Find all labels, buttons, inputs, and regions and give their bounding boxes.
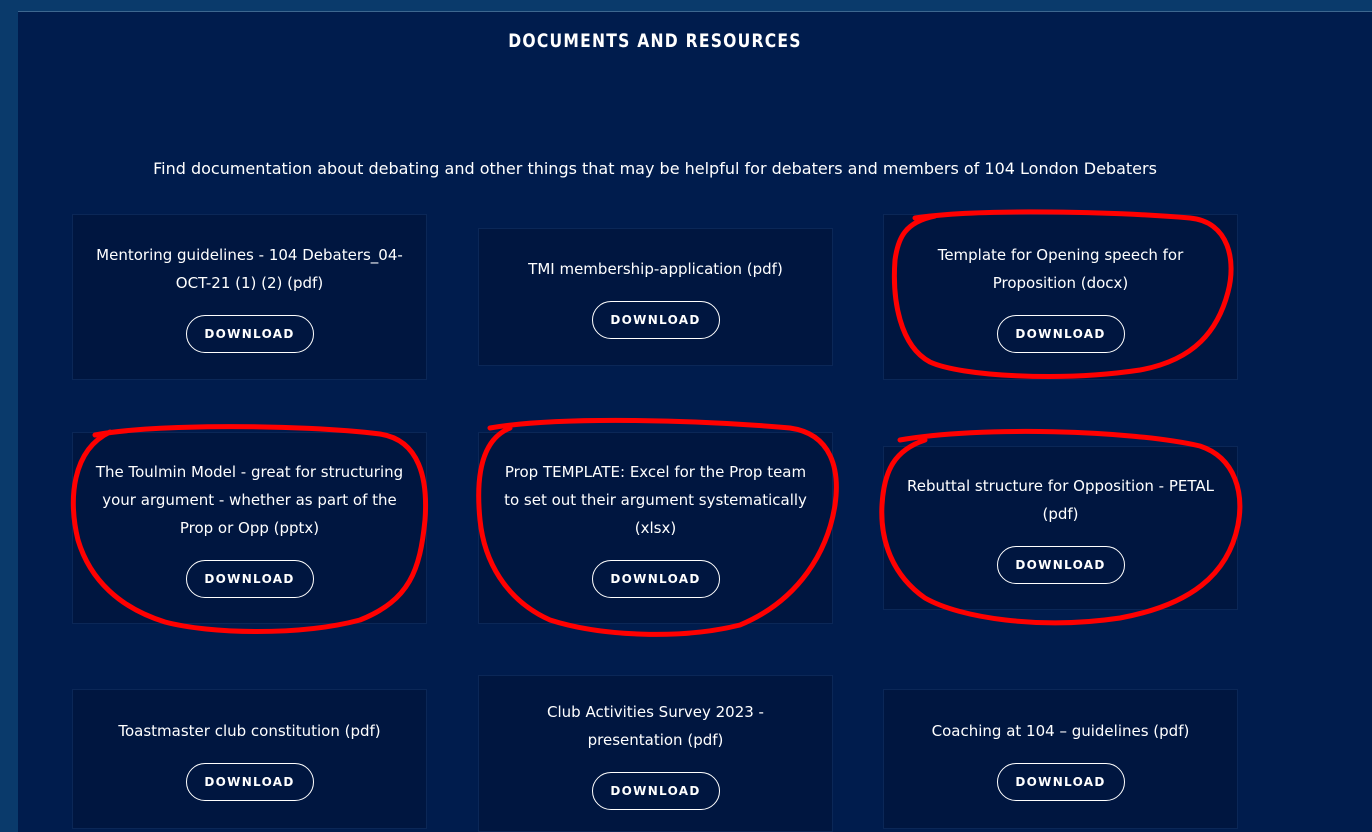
document-card: The Toulmin Model - great for structurin…	[72, 432, 427, 624]
download-button[interactable]: DOWNLOAD	[185, 560, 314, 598]
document-card: Toastmaster club constitution (pdf) DOWN…	[72, 689, 427, 829]
document-card: Prop TEMPLATE: Excel for the Prop team t…	[478, 432, 833, 624]
document-title: TMI membership-application (pdf)	[528, 260, 783, 278]
document-title: Rebuttal structure for Opposition - PETA…	[907, 477, 1214, 523]
download-button[interactable]: DOWNLOAD	[591, 560, 720, 598]
section-intro: Find documentation about debating and ot…	[153, 159, 1157, 178]
document-card: Template for Opening speech for Proposit…	[883, 214, 1238, 380]
document-card: Club Activities Survey 2023 - presentati…	[478, 675, 833, 832]
download-button[interactable]: DOWNLOAD	[996, 315, 1125, 353]
document-title: Prop TEMPLATE: Excel for the Prop team t…	[504, 463, 807, 537]
download-button[interactable]: DOWNLOAD	[185, 763, 314, 801]
download-button[interactable]: DOWNLOAD	[996, 546, 1125, 584]
document-title: Toastmaster club constitution (pdf)	[118, 722, 381, 740]
download-button[interactable]: DOWNLOAD	[591, 771, 720, 810]
download-button[interactable]: DOWNLOAD	[185, 315, 314, 353]
document-card: Rebuttal structure for Opposition - PETA…	[883, 446, 1238, 610]
document-title: Coaching at 104 – guidelines (pdf)	[931, 722, 1190, 740]
section-title: DOCUMENTS AND RESOURCES	[508, 30, 802, 52]
document-title: The Toulmin Model - great for structurin…	[95, 463, 404, 537]
download-button[interactable]: DOWNLOAD	[591, 301, 720, 339]
document-card: TMI membership-application (pdf) DOWNLOA…	[478, 228, 833, 366]
document-card: Mentoring guidelines - 104 Debaters_04-O…	[72, 214, 427, 380]
page: DOCUMENTS AND RESOURCES Find documentati…	[0, 0, 1372, 832]
document-title: Template for Opening speech for Proposit…	[937, 246, 1184, 292]
document-title: Mentoring guidelines - 104 Debaters_04-O…	[96, 246, 403, 292]
download-button[interactable]: DOWNLOAD	[996, 763, 1125, 801]
document-title: Club Activities Survey 2023 - presentati…	[547, 702, 764, 749]
document-card: Coaching at 104 – guidelines (pdf) DOWNL…	[883, 689, 1238, 829]
